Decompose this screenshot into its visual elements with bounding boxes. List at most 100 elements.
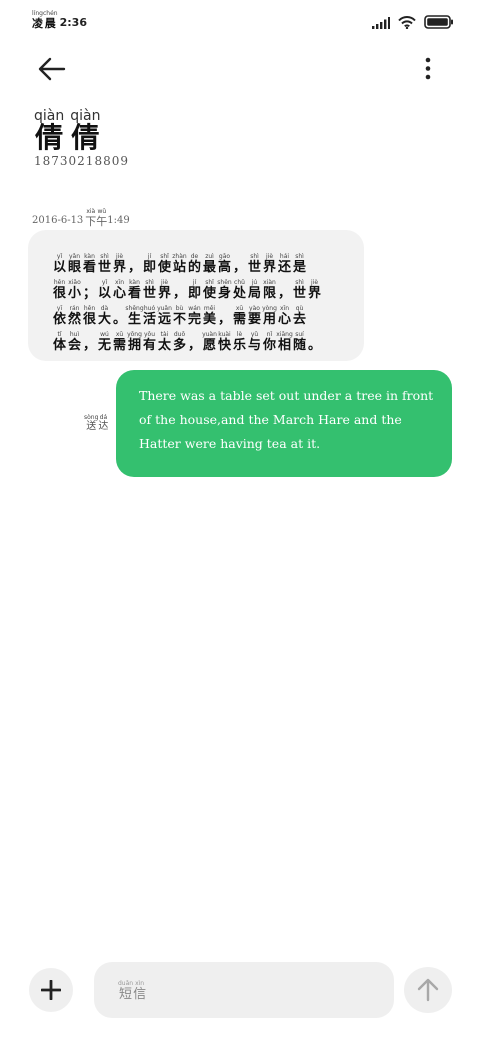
outgoing-message-bubble[interactable]: There was a table set out under a tree i… [116, 370, 452, 477]
ruby-char: xìn 信 [133, 980, 146, 1018]
ruby-char: jiè 界 [262, 253, 277, 274]
ruby-char: jiè 界 [112, 253, 127, 274]
outgoing-message-text: There was a table set out under a tree i… [139, 388, 434, 451]
status-time-period: líng 凌 chén 晨 [32, 10, 58, 29]
hanzi: 很 [52, 286, 66, 301]
hanzi: 站 [172, 260, 186, 275]
hanzi: 送 [86, 421, 97, 432]
hanzi: 世 [247, 260, 261, 275]
hanzi: 快 [217, 338, 231, 353]
hanzi: 达 [98, 421, 109, 432]
hanzi: 需 [232, 312, 246, 327]
hanzi: 美 [202, 312, 216, 327]
hanzi: 。 [112, 312, 126, 327]
ruby-char: huì 会 [67, 331, 82, 352]
ruby-char: huó 活 [142, 305, 157, 326]
status-clock: 2:36 [59, 16, 87, 29]
hanzi: 要 [247, 312, 261, 327]
send-button[interactable] [404, 967, 452, 1013]
ruby-char: měi 美 [202, 305, 217, 326]
hanzi: 相 [277, 338, 291, 353]
hanzi: 心 [112, 286, 126, 301]
ruby-char: xīn 心 [277, 305, 292, 326]
hanzi: 凌 [32, 17, 43, 30]
hanzi: 你 [262, 338, 276, 353]
hanzi: 小 [67, 286, 81, 301]
back-button[interactable] [36, 56, 68, 82]
ruby-char: ， [82, 331, 97, 352]
hanzi: 。 [307, 338, 321, 353]
hanzi: 眼 [67, 260, 81, 275]
ruby-char: yǎn 眼 [67, 253, 82, 274]
ruby-char: sòng 送 [84, 414, 98, 432]
hanzi: 世 [142, 286, 156, 301]
hanzi: 即 [187, 286, 201, 301]
add-attachment-button[interactable] [29, 968, 73, 1012]
hanzi: 愿 [202, 338, 216, 353]
ruby-char: bù 不 [172, 305, 187, 326]
more-options-button[interactable] [418, 56, 438, 82]
ruby-char: ， [172, 279, 187, 300]
ruby-char: suí 随 [292, 331, 307, 352]
ruby-char: dá 达 [98, 414, 108, 432]
hanzi: 局 [247, 286, 261, 301]
hanzi: 晨 [44, 17, 56, 30]
ruby-char: jí 即 [187, 279, 202, 300]
ruby-char: lè 乐 [232, 331, 247, 352]
ruby-char: shǐ 使 [202, 279, 217, 300]
message-line: hěn 很 xiǎo 小 ； yǐ 以 xīn 心 kàn 看 shì 世 jiè 界 ， jí 即 shǐ 使 s… [52, 274, 364, 300]
hanzi: 是 [292, 260, 306, 275]
ruby-char: yǐ 以 [97, 279, 112, 300]
hanzi: 使 [202, 286, 216, 301]
ruby-char: jiè 界 [157, 279, 172, 300]
hanzi: 的 [187, 260, 201, 275]
ruby-char: wú 无 [97, 331, 112, 352]
ruby-char: tǐ 体 [52, 331, 67, 352]
hanzi: 以 [97, 286, 111, 301]
ruby-char: kàn 看 [82, 253, 97, 274]
hanzi: 倩 [71, 121, 100, 154]
ruby-char: ， [232, 253, 247, 274]
ruby-char: chǔ 处 [232, 279, 247, 300]
ruby-char: ； [82, 279, 97, 300]
timestamp-date: 2016-6-13 [32, 215, 84, 226]
hanzi: ， [127, 260, 141, 275]
hanzi: 看 [127, 286, 141, 301]
arrow-left-icon [38, 57, 66, 81]
ruby-char: yuǎn 远 [157, 305, 172, 326]
ruby-char: xīn 心 [112, 279, 127, 300]
ruby-char: hěn 很 [52, 279, 67, 300]
hanzi: 即 [142, 260, 156, 275]
ruby-char: ， [277, 279, 292, 300]
ruby-char: shēn 身 [217, 279, 232, 300]
hanzi: ， [277, 286, 291, 301]
hanzi: 不 [172, 312, 186, 327]
ruby-char: rán 然 [67, 305, 82, 326]
hanzi: 然 [67, 312, 81, 327]
hanzi: 界 [157, 286, 171, 301]
plus-icon [41, 980, 61, 1000]
ruby-char: zuì 最 [202, 253, 217, 274]
status-time: líng 凌 chén 晨 2:36 [32, 10, 87, 29]
incoming-message-bubble[interactable]: yǐ 以 yǎn 眼 kàn 看 shì 世 jiè 界 ， jí 即 shǐ 使 zhàn 站 de 的 zuì 最… [28, 230, 364, 361]
message-input[interactable]: duǎn 短 xìn 信 [94, 962, 394, 1018]
status-bar: líng 凌 chén 晨 2:36 [32, 10, 454, 34]
ruby-char: jú 局 [247, 279, 262, 300]
ruby-char: yǐ 以 [52, 253, 67, 274]
hanzi: 还 [277, 260, 291, 275]
hanzi: ， [217, 312, 231, 327]
ruby-char: xià 下 [85, 208, 96, 227]
hanzi: 完 [187, 312, 201, 327]
hanzi: 有 [142, 338, 156, 353]
ruby-char: ， [187, 331, 202, 352]
hanzi: 拥 [127, 338, 141, 353]
hanzi: ， [172, 286, 186, 301]
hanzi: 需 [112, 338, 126, 353]
more-vertical-icon [425, 57, 431, 80]
ruby-char: xiāng 相 [276, 331, 293, 353]
ruby-char: yǔ 与 [247, 331, 262, 352]
ruby-char: xū 需 [232, 305, 247, 326]
hanzi: 去 [292, 312, 306, 327]
hanzi: 界 [262, 260, 276, 275]
ruby-char: ， [127, 253, 142, 274]
